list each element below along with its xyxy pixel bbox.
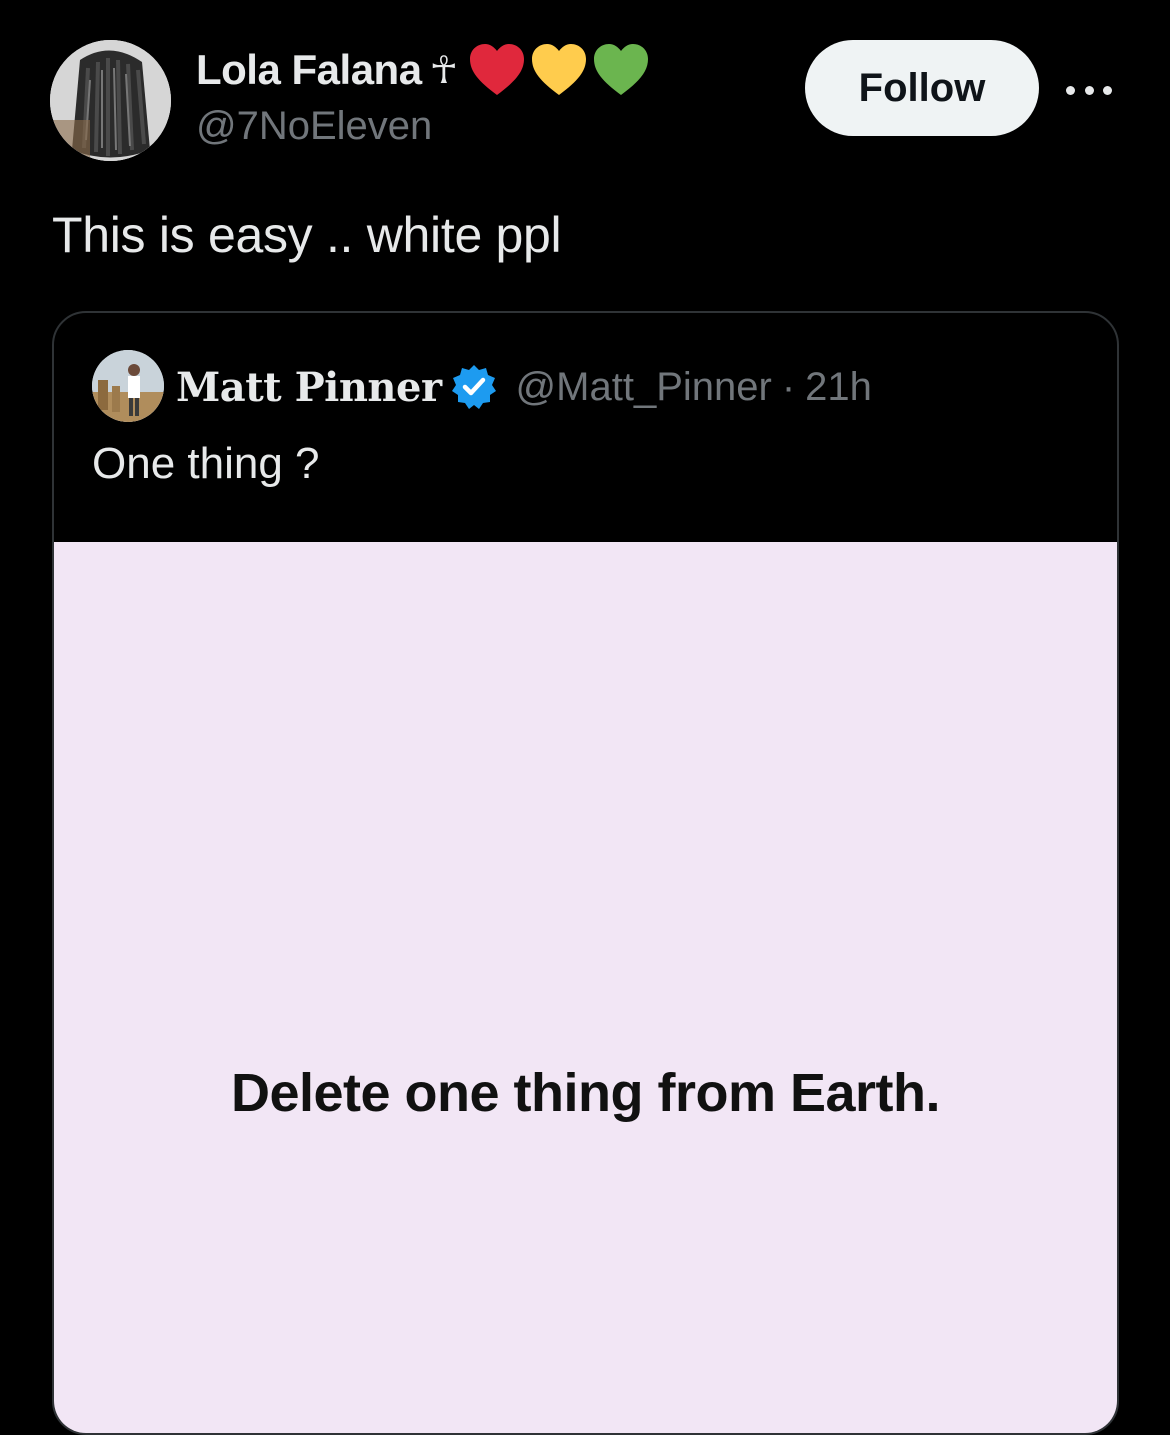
heart-emojis	[464, 43, 650, 97]
quoted-tweet-card[interactable]: Matt Pinner @Matt_Pinner · 21h One thing…	[52, 311, 1119, 1435]
more-dot	[1066, 85, 1075, 95]
more-horizontal-icon[interactable]	[1066, 70, 1112, 110]
author-avatar[interactable]	[50, 40, 171, 161]
verified-badge-icon	[451, 365, 496, 409]
more-dot	[1084, 85, 1094, 95]
tweet-text: This is easy .. white ppl	[52, 207, 562, 263]
red-heart-icon	[469, 44, 524, 95]
more-dot	[1103, 85, 1112, 95]
ankh-icon: ☥	[429, 48, 458, 92]
author-name-row: Lola Falana ☥	[196, 40, 650, 100]
quoted-author-handle[interactable]: @Matt_Pinner	[516, 365, 772, 410]
quoted-tweet-media[interactable]: Delete one thing from Earth.	[54, 542, 1117, 1433]
author-display-name[interactable]: Lola Falana	[196, 46, 422, 94]
quoted-tweet-timestamp[interactable]: 21h	[805, 365, 872, 410]
separator-dot: ·	[781, 364, 796, 409]
green-heart-icon	[593, 44, 648, 95]
quoted-author-display-name[interactable]: Matt Pinner	[176, 364, 442, 411]
media-caption-text: Delete one thing from Earth.	[230, 1063, 941, 1123]
author-avatar-image	[50, 40, 171, 161]
quoted-author-avatar-image	[92, 350, 164, 422]
quoted-author-avatar[interactable]	[92, 350, 164, 422]
quoted-tweet-header: Matt Pinner @Matt_Pinner · 21h	[176, 357, 872, 417]
yellow-heart-icon	[531, 44, 586, 95]
follow-button[interactable]: Follow	[805, 40, 1039, 136]
author-handle[interactable]: @7NoEleven	[196, 104, 432, 149]
quoted-tweet-text: One thing ?	[92, 439, 320, 488]
